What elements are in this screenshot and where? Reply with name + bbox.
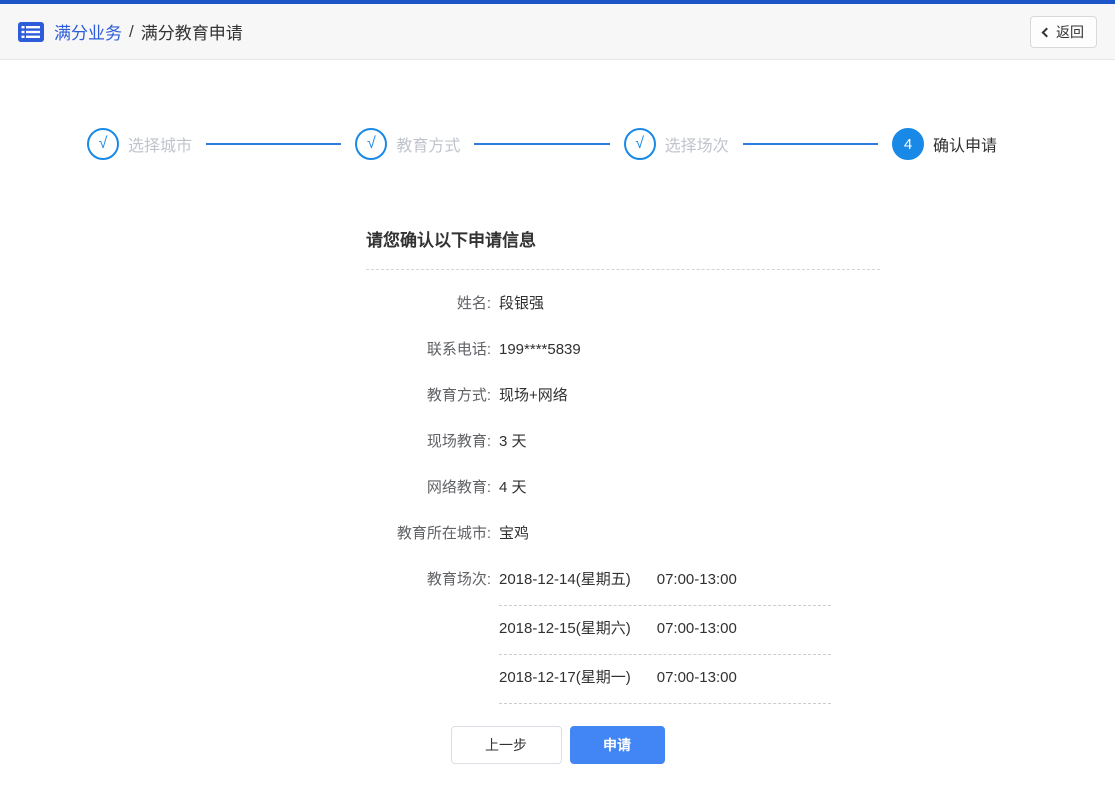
step-check-icon: √ bbox=[623, 128, 656, 160]
field-label: 教育所在城市: bbox=[396, 525, 491, 542]
session-date: 2018-12-17(星期一) bbox=[499, 669, 631, 686]
step-label: 确认申请 bbox=[932, 138, 997, 155]
back-button[interactable]: 返回 bbox=[1030, 15, 1097, 48]
step-label: 选择场次 bbox=[664, 138, 729, 155]
field-label: 现场教育: bbox=[426, 433, 491, 450]
session-date: 2018-12-14(星期五) bbox=[499, 571, 631, 588]
confirmation-panel: 请您确认以下申请信息 姓名: 段银强 联系电话: 199****5839 教育方… bbox=[366, 226, 880, 704]
field-onsite-days: 现场教育: 3 天 bbox=[366, 430, 880, 454]
step-check-icon: √ bbox=[87, 128, 119, 160]
step-label: 选择城市 bbox=[128, 138, 193, 155]
field-name: 姓名: 段银强 bbox=[366, 292, 880, 316]
session-row: 2018-12-15(星期六) 07:00-13:00 bbox=[499, 617, 831, 655]
field-education-city: 教育所在城市: 宝鸡 bbox=[366, 522, 880, 546]
panel-title: 请您确认以下申请信息 bbox=[366, 226, 880, 270]
header-bar: 满分业务 / 满分教育申请 返回 bbox=[0, 4, 1115, 60]
step-connector bbox=[474, 143, 610, 145]
step-education-mode: √ 教育方式 bbox=[355, 128, 460, 160]
field-label: 教育方式: bbox=[426, 387, 491, 404]
step-label: 教育方式 bbox=[396, 138, 461, 155]
session-time: 07:00-13:00 bbox=[656, 571, 737, 588]
field-label: 联系电话: bbox=[426, 341, 491, 358]
list-icon bbox=[18, 21, 44, 42]
field-education-mode: 教育方式: 现场+网络 bbox=[366, 384, 880, 408]
field-label: 网络教育: bbox=[426, 479, 491, 496]
session-list: 2018-12-14(星期五) 07:00-13:00 2018-12-15(星… bbox=[499, 568, 831, 704]
session-time: 07:00-13:00 bbox=[656, 669, 737, 686]
field-value: 现场+网络 bbox=[499, 387, 568, 404]
action-buttons: 上一步 申请 bbox=[0, 726, 1115, 764]
field-value: 3 天 bbox=[499, 433, 527, 450]
step-confirm-application: 4 确认申请 bbox=[891, 128, 997, 160]
step-select-city: √ 选择城市 bbox=[87, 128, 192, 160]
field-value: 段银强 bbox=[499, 295, 545, 312]
field-value: 4 天 bbox=[499, 479, 527, 496]
field-label: 姓名: bbox=[456, 295, 491, 312]
session-time: 07:00-13:00 bbox=[656, 620, 737, 637]
session-row: 2018-12-14(星期五) 07:00-13:00 bbox=[499, 568, 831, 606]
apply-button[interactable]: 申请 bbox=[569, 726, 665, 764]
step-connector bbox=[742, 143, 878, 145]
field-value: 199****5839 bbox=[499, 341, 581, 358]
session-date: 2018-12-15(星期六) bbox=[499, 620, 631, 637]
field-value: 宝鸡 bbox=[499, 525, 530, 542]
back-button-label: 返回 bbox=[1056, 23, 1084, 40]
breadcrumb-current: 满分教育申请 bbox=[140, 24, 243, 43]
breadcrumb-root[interactable]: 满分业务 bbox=[54, 19, 122, 44]
previous-step-button[interactable]: 上一步 bbox=[450, 726, 562, 764]
step-wizard: √ 选择城市 √ 教育方式 √ 选择场次 4 确认申请 bbox=[87, 128, 997, 160]
step-check-icon: √ bbox=[355, 128, 388, 160]
step-select-session: √ 选择场次 bbox=[623, 128, 729, 160]
field-label: 教育场次: bbox=[426, 571, 491, 588]
breadcrumb-separator: / bbox=[129, 21, 134, 41]
step-number-badge: 4 bbox=[891, 128, 924, 160]
field-education-sessions: 教育场次: 2018-12-14(星期五) 07:00-13:00 2018-1… bbox=[366, 568, 880, 704]
step-connector bbox=[206, 143, 342, 145]
field-online-days: 网络教育: 4 天 bbox=[366, 476, 880, 500]
chevron-left-icon bbox=[1041, 27, 1052, 37]
session-row: 2018-12-17(星期一) 07:00-13:00 bbox=[499, 666, 831, 704]
field-phone: 联系电话: 199****5839 bbox=[366, 338, 880, 362]
